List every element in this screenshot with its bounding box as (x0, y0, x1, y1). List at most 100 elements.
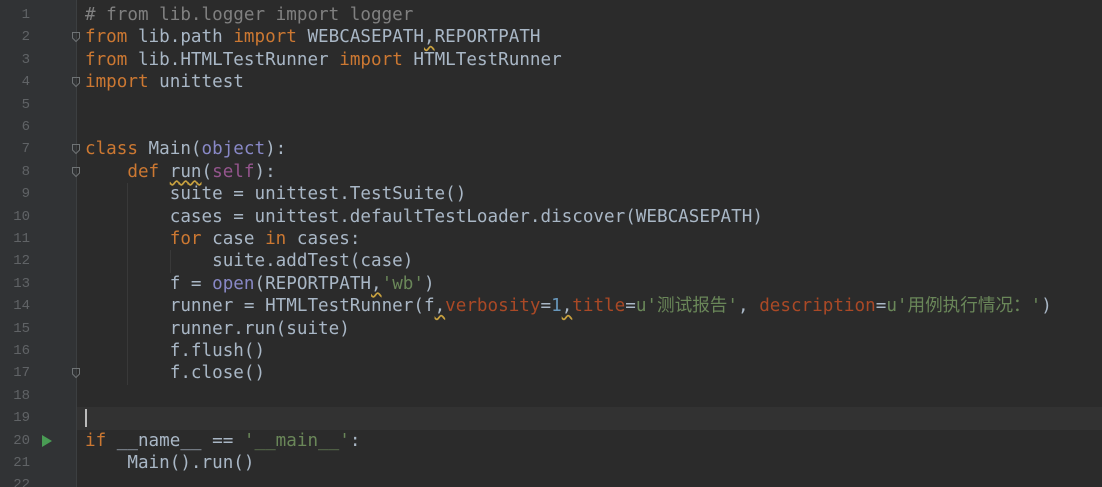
code-token: , (434, 296, 446, 317)
code-token: u'用例执行情况：' (886, 296, 1042, 317)
code-line[interactable]: def run(self): (77, 161, 1102, 183)
code-token: = (625, 296, 636, 317)
code-line-text: def run(self): (85, 161, 275, 183)
code-line-text: import unittest (85, 71, 244, 93)
code-token: REPORTPATH (434, 27, 541, 48)
code-token: unittest (148, 72, 244, 93)
code-line[interactable]: f.flush() (77, 340, 1102, 362)
line-number: 9 (21, 186, 30, 203)
code-line[interactable]: suite = unittest.TestSuite() (77, 183, 1102, 205)
code-line[interactable]: from lib.HTMLTestRunner import HTMLTestR… (77, 49, 1102, 71)
code-token: ( (201, 161, 213, 182)
code-line[interactable]: import unittest (77, 71, 1102, 93)
code-area[interactable]: # from lib.logger import logger from lib.… (77, 0, 1102, 487)
line-number: 17 (13, 365, 30, 382)
code-line[interactable] (77, 407, 1102, 430)
code-line-text: for case in cases: (85, 228, 361, 250)
code-token: : (349, 430, 361, 451)
line-number: 16 (13, 343, 30, 359)
code-token: , (561, 296, 573, 317)
line-number: 21 (13, 455, 30, 471)
code-token: f.close() (85, 363, 266, 384)
run-icon[interactable] (42, 434, 52, 447)
code-token: run (169, 161, 202, 182)
editor-gutter: 1 2 3 4 5 6 7 8 9 10 11 12 13 14 15 16 17 18 19 20 21 22 (0, 0, 80, 487)
code-token: Main().run() (85, 453, 255, 473)
line-number: 4 (21, 74, 30, 91)
code-line[interactable]: cases = unittest.defaultTestLoader.disco… (77, 206, 1102, 228)
line-number: 15 (13, 320, 30, 337)
code-token: lib.HTMLTestRunner (127, 49, 340, 70)
code-token: WEBCASEPATH (296, 27, 424, 48)
code-line[interactable]: runner = HTMLTestRunner(f,verbosity=1,ti… (77, 295, 1102, 317)
line-number: 10 (13, 208, 30, 225)
code-token: f.flush() (85, 341, 266, 361)
code-line-text: f.close() (85, 362, 265, 384)
code-token: case (201, 229, 266, 249)
code-token: description (759, 296, 876, 317)
code-line[interactable]: Main().run() (77, 452, 1102, 474)
code-line[interactable] (77, 385, 1102, 407)
code-token: cases: (286, 229, 361, 249)
line-number: 11 (13, 231, 30, 247)
code-line-text: f = open(REPORTPATH,'wb') (85, 273, 435, 295)
code-token: import (85, 72, 149, 93)
code-line-text: f.flush() (85, 340, 265, 362)
code-token: u'测试报告' (635, 296, 738, 317)
code-editor[interactable]: 1 2 3 4 5 6 7 8 9 10 11 12 13 14 15 16 17 18 19 20 21 22 # fr… (0, 0, 1102, 487)
code-line[interactable] (77, 116, 1102, 138)
code-token: runner = HTMLTestRunner(f (85, 296, 435, 317)
code-token: object (201, 139, 266, 160)
code-line[interactable]: for case in cases: (77, 228, 1102, 250)
code-token: ): (265, 139, 287, 160)
code-line[interactable]: if __name__ == '__main__': (77, 430, 1102, 452)
code-token: in (265, 229, 287, 249)
code-token: for (169, 229, 202, 249)
code-token: '__main__' (243, 430, 350, 451)
code-line[interactable]: suite.addTest(case) (77, 250, 1102, 272)
code-line[interactable]: f.close() (77, 362, 1102, 384)
line-number: 1 (21, 7, 30, 23)
code-line-text: from lib.HTMLTestRunner import HTMLTestR… (85, 49, 562, 71)
code-token: verbosity (445, 296, 541, 317)
line-number: 18 (13, 387, 30, 404)
code-token: suite = unittest.TestSuite() (85, 184, 467, 205)
code-line[interactable]: from lib.path import WEBCASEPATH,REPORTP… (77, 26, 1102, 48)
indent-guide (169, 250, 171, 273)
code-token: from (85, 49, 128, 70)
line-number: 6 (21, 119, 30, 135)
code-token: __name__ == (106, 430, 244, 451)
code-token: HTMLTestRunner (402, 49, 562, 70)
line-number: 8 (21, 163, 30, 180)
code-line[interactable] (77, 94, 1102, 116)
line-number: 13 (13, 275, 30, 292)
line-number: 19 (13, 410, 30, 427)
line-number: 2 (21, 29, 30, 46)
code-line[interactable]: runner.run(suite) (77, 318, 1102, 340)
code-line-text: cases = unittest.defaultTestLoader.disco… (85, 206, 763, 228)
code-token: (REPORTPATH (254, 273, 372, 294)
code-line-text: suite.addTest(case) (85, 250, 413, 272)
code-line[interactable]: # from lib.logger import logger (77, 4, 1102, 26)
code-line[interactable] (77, 474, 1102, 487)
code-token: if (85, 430, 107, 451)
code-token: import (339, 49, 403, 70)
code-token: 'wb' (381, 273, 424, 294)
line-number: 20 (13, 432, 30, 449)
code-token: open (212, 273, 255, 294)
code-line[interactable]: class Main(object): (77, 138, 1102, 160)
code-token: suite.addTest(case) (85, 251, 414, 272)
line-number: 3 (21, 51, 30, 68)
code-token: self (212, 161, 255, 182)
line-number: 5 (21, 96, 30, 113)
code-token: = (875, 296, 887, 317)
code-line[interactable]: f = open(REPORTPATH,'wb') (77, 273, 1102, 295)
code-token: runner.run(suite) (85, 318, 350, 339)
code-line-text: if __name__ == '__main__': (85, 430, 360, 452)
code-token: def (127, 161, 160, 182)
code-token: from (85, 27, 128, 48)
code-line-text: class Main(object): (85, 138, 286, 160)
text-caret (85, 409, 87, 428)
